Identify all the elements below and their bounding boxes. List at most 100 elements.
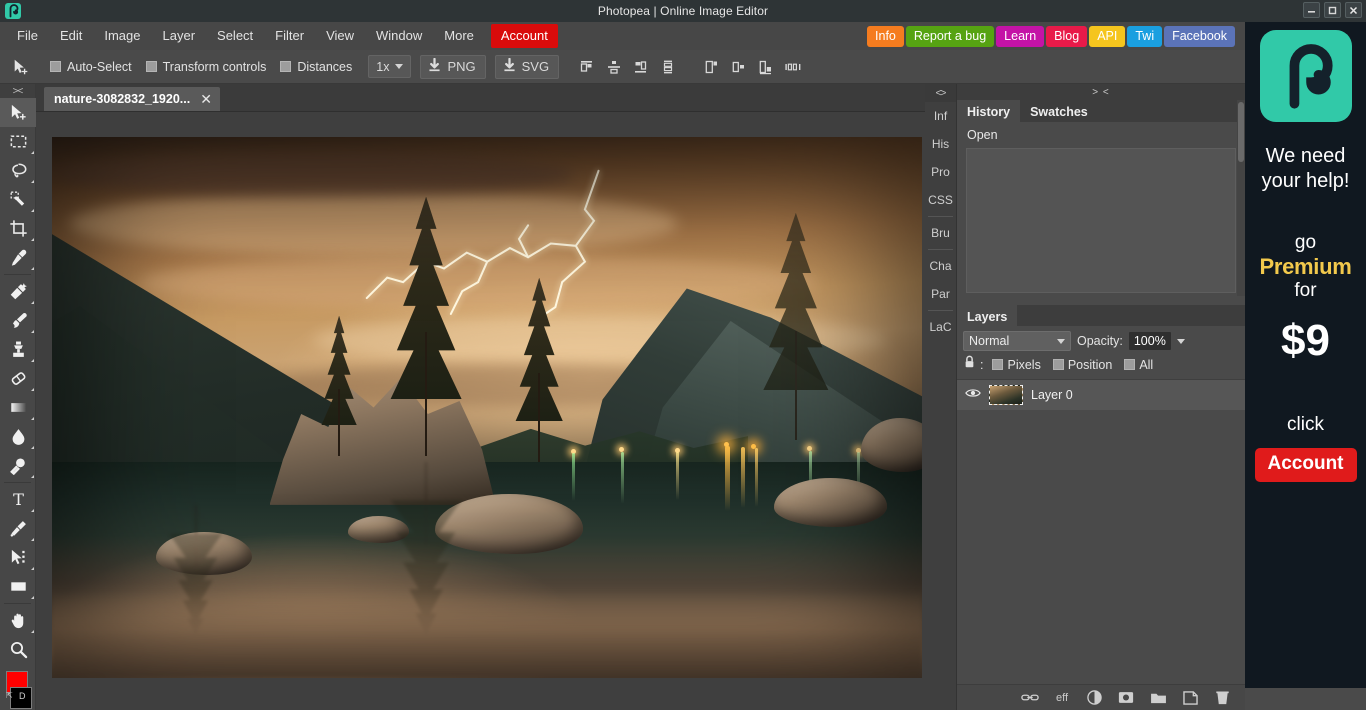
download-svg-button[interactable]: SVG [494,54,560,79]
side-tab-css[interactable]: CSS [925,186,956,214]
toolbar-collapse-button[interactable]: >< [0,84,35,98]
blend-mode-select[interactable]: Normal [963,331,1071,351]
menu-file[interactable]: File [6,24,49,48]
transform-controls-check-box[interactable] [145,61,157,72]
close-button[interactable] [1345,2,1362,18]
opacity-value[interactable]: 100% [1128,332,1171,350]
eye-icon[interactable] [965,386,981,404]
tool-healing-brush[interactable] [0,277,36,306]
link-layers-icon[interactable] [1021,689,1039,707]
side-tabs-collapse-button[interactable]: <> [925,84,956,102]
close-icon[interactable]: ✕ [200,91,212,108]
history-scrollbar-thumb[interactable] [1238,102,1244,162]
tool-eraser[interactable] [0,364,36,393]
default-colors-icon[interactable]: D [19,691,26,701]
menu-account[interactable]: Account [490,24,558,48]
lock-all-checkbox[interactable] [1124,359,1136,370]
tab-history[interactable]: History [957,100,1021,122]
layer-name[interactable]: Layer 0 [1031,388,1073,402]
canvas-viewport[interactable] [36,112,925,710]
tool-zoom[interactable] [0,635,36,664]
align-bottom-icon[interactable] [630,56,652,78]
link-info[interactable]: Info [867,26,904,47]
tool-brush[interactable] [0,306,36,335]
promo-sidebar[interactable]: We need your help! go Premium for $9 cli… [1245,22,1366,688]
menu-window[interactable]: Window [365,24,433,48]
auto-select-checkbox[interactable]: Auto-Select [50,60,132,74]
link-blog[interactable]: Blog [1046,26,1088,47]
tab-layers[interactable]: Layers [957,305,1018,326]
side-tab-paragraph[interactable]: Par [925,280,956,308]
download-png-button[interactable]: PNG [420,54,486,79]
history-entry-open[interactable]: Open [957,126,1245,146]
move-tool-icon[interactable] [6,58,36,76]
color-swatches[interactable]: ⇱ D [6,671,32,710]
tool-blur[interactable] [0,422,36,451]
layer-mask-icon[interactable] [1117,689,1135,707]
tool-clone-stamp[interactable] [0,335,36,364]
menu-edit[interactable]: Edit [49,24,93,48]
chevron-down-icon[interactable] [1176,338,1185,344]
align-vertical-center-icon[interactable] [603,56,625,78]
layer-effects-icon[interactable]: eff [1053,689,1071,707]
auto-select-check-box[interactable] [50,61,61,72]
menu-image[interactable]: Image [93,24,151,48]
new-group-icon[interactable] [1149,689,1167,707]
tool-pen[interactable] [0,514,36,543]
tool-path-selection[interactable] [0,543,36,572]
side-tab-history[interactable]: His [925,130,956,158]
zoom-level-dropdown[interactable]: 1x [368,55,412,78]
menu-view[interactable]: View [315,24,365,48]
layer-row[interactable]: Layer 0 [957,380,1245,410]
tool-rectangular-marquee[interactable] [0,127,36,156]
side-tab-properties[interactable]: Pro [925,158,956,186]
align-horizontal-center-icon[interactable] [728,56,750,78]
canvas-image[interactable] [52,137,922,678]
document-tab-nature[interactable]: nature-3082832_1920... ✕ [44,87,220,111]
link-twitter[interactable]: Twi [1127,26,1163,47]
history-scrollbar[interactable] [1237,100,1245,296]
panels-collapse-button[interactable]: > < [957,84,1245,100]
side-tab-info[interactable]: Inf [925,102,956,130]
link-learn[interactable]: Learn [996,26,1045,47]
tab-swatches[interactable]: Swatches [1020,100,1098,122]
new-layer-icon[interactable] [1181,689,1199,707]
link-api[interactable]: API [1089,26,1126,47]
distances-checkbox[interactable]: Distances [280,60,352,74]
distribute-horizontal-icon[interactable] [782,56,804,78]
link-facebook[interactable]: Facebook [1164,26,1235,47]
menu-more[interactable]: More [433,24,485,48]
tool-magic-wand[interactable] [0,185,36,214]
align-top-icon[interactable] [576,56,598,78]
align-right-icon[interactable] [755,56,777,78]
side-tab-character[interactable]: Cha [925,252,956,280]
menu-filter[interactable]: Filter [264,24,315,48]
lock-pixels-checkbox[interactable] [992,359,1004,370]
lock-position-checkbox[interactable] [1052,359,1064,370]
tool-type[interactable]: T [0,485,36,514]
align-left-icon[interactable] [701,56,723,78]
link-report-a-bug[interactable]: Report a bug [905,26,995,47]
menu-layer[interactable]: Layer [152,24,207,48]
tool-dodge[interactable] [0,451,36,480]
tool-crop[interactable] [0,214,36,243]
distances-check-box[interactable] [280,61,292,72]
layer-thumbnail[interactable] [989,385,1023,405]
tool-hand[interactable] [0,606,36,635]
swap-colors-icon[interactable]: ⇱ [6,691,13,700]
tool-shape[interactable] [0,572,36,601]
transform-controls-checkbox[interactable]: Transform controls [145,60,266,74]
tool-move[interactable] [0,98,36,127]
delete-layer-icon[interactable] [1213,689,1231,707]
tool-eyedropper[interactable] [0,243,36,272]
side-tab-brushes[interactable]: Bru [925,219,956,247]
maximize-button[interactable] [1324,2,1341,18]
side-tab-layer-comps[interactable]: LaC [925,313,956,341]
tool-gradient[interactable] [0,393,36,422]
adjustment-layer-icon[interactable] [1085,689,1103,707]
menu-select[interactable]: Select [206,24,264,48]
minimize-button[interactable] [1303,2,1320,18]
promo-account-button[interactable]: Account [1254,448,1357,482]
distribute-vertical-icon[interactable] [657,56,679,78]
tool-lasso[interactable] [0,156,36,185]
